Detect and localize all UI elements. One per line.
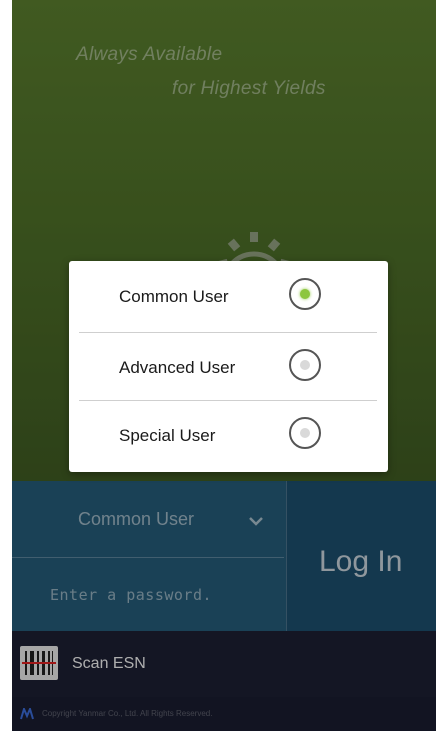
user-type-dialog: Common User Advanced User Special User [69, 261, 388, 472]
radio-dot [300, 428, 310, 438]
radio-dot-selected [300, 289, 310, 299]
option-label: Common User [119, 287, 229, 306]
option-special-user[interactable]: Special User [69, 400, 388, 469]
option-label: Special User [119, 426, 216, 445]
option-advanced-user[interactable]: Advanced User [69, 332, 388, 401]
option-common-user[interactable]: Common User [69, 261, 388, 330]
option-label: Advanced User [119, 358, 236, 377]
radio-dot [300, 360, 310, 370]
radio-common-user[interactable] [289, 278, 321, 310]
radio-advanced-user[interactable] [289, 349, 321, 381]
radio-special-user[interactable] [289, 417, 321, 449]
